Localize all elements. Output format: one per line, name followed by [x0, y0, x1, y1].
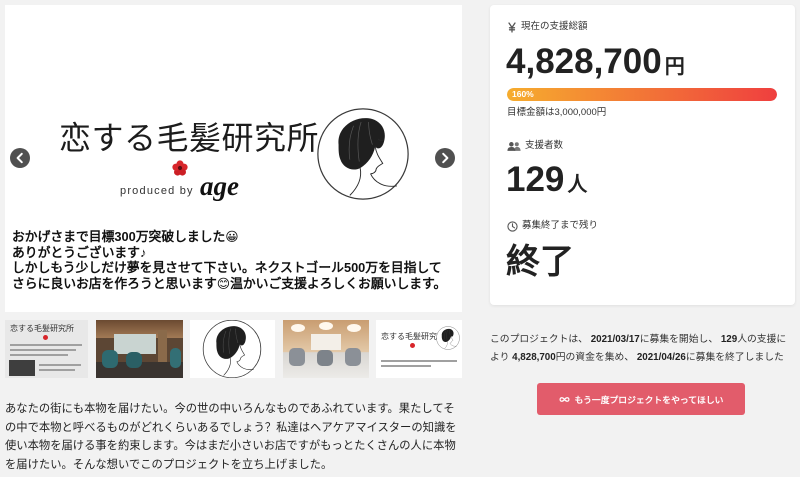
salon-chair	[289, 348, 305, 366]
caption-line: さらに良いお店を作ろうと思います😊温かいご支援よろしくお願いします。	[12, 276, 447, 292]
summary-end-date: 2021/04/26	[636, 352, 686, 363]
summary-start-date: 2021/03/17	[590, 334, 640, 345]
portrait-illustration	[316, 107, 410, 201]
supporters-count: 129 人	[506, 160, 587, 205]
summary-amount: 4,828,700	[512, 352, 556, 363]
summary-text: より	[490, 352, 513, 363]
summary-text: に募集を開始し、	[639, 334, 721, 345]
salon-window	[114, 334, 156, 354]
summary-line: より 4,828,700円の資金を集め、 2021/04/26に募集を終了しまし…	[490, 349, 800, 367]
thumbnail-text-line	[10, 349, 76, 351]
portrait-illustration	[436, 326, 460, 350]
caption-line: しかしもう少しだけ夢を見させて下さい。ネクストゴール500万を目指して	[12, 260, 442, 276]
thumbnail-text-line	[381, 365, 431, 367]
yen-icon	[508, 21, 516, 33]
thumbnail-2[interactable]	[96, 320, 183, 378]
supporters-label: 支援者数	[525, 140, 564, 151]
thumbnail-5[interactable]: 恋する毛髪研究所	[376, 320, 462, 378]
remaining-label-row: 募集終了まで残り	[507, 220, 598, 232]
chevron-right-icon	[435, 148, 455, 168]
funding-stats-card: 現在の支援総額 4,828,700 円 160% 目標金額は3,000,000円 …	[490, 5, 795, 305]
salon-chair	[170, 348, 181, 368]
thumbnail-text-line	[39, 364, 81, 366]
summary-text: に募集を終了しました	[685, 352, 784, 363]
total-amount-value: 4,828,700	[506, 42, 662, 81]
total-label: 現在の支援総額	[521, 21, 588, 32]
total-label-row: 現在の支援総額	[507, 21, 588, 33]
supporters-label-row: 支援者数	[507, 140, 563, 152]
request-again-label: もう一度プロジェクトをやってほしい	[574, 394, 724, 405]
project-summary: このプロジェクトは、 2021/03/17に募集を開始し、 129人の支援に よ…	[490, 331, 800, 367]
thumbnail-logo-text: 恋する毛髪研究所	[10, 324, 74, 333]
description-line: 使い本物を届ける事を約束します。今はまだ小さいお店ですがもっとたくさんの人に本物	[5, 440, 456, 453]
salon-chair	[102, 350, 118, 368]
project-description: あなたの街にも本物を届けたい。今の世の中いろんなものであふれています。果たしてそ…	[5, 400, 467, 475]
total-amount: 4,828,700 円	[506, 42, 685, 87]
thumbnail-photo-block	[9, 360, 35, 376]
caption-line: おかげさまで目標300万突破しました😀	[12, 229, 239, 244]
description-line: を届けたい。そんな想いでこのプロジェクトを立ち上げました。	[5, 459, 333, 472]
salon-light	[347, 324, 361, 332]
people-icon	[507, 141, 521, 151]
request-again-button[interactable]: もう一度プロジェクトをやってほしい	[537, 383, 745, 415]
supporters-count-value: 129	[506, 160, 565, 199]
project-main-image: 恋する毛髪研究所 produced by age おかげさまで目標300万突破し…	[5, 5, 462, 312]
thumbnail-4[interactable]	[283, 320, 369, 378]
thumbnail-text-line	[10, 344, 82, 346]
progress-fill	[507, 88, 777, 101]
carousel-prev-button[interactable]	[10, 148, 30, 168]
caption-line: ありがとうございます♪	[12, 244, 147, 260]
logo-title: 恋する毛髪研究所	[59, 120, 320, 156]
infinity-icon	[559, 396, 570, 402]
summary-text: 円の資金を集め、	[555, 352, 637, 363]
carousel-next-button[interactable]	[435, 148, 455, 168]
salon-light	[319, 322, 333, 330]
goal-amount: 目標金額は3,000,000円	[507, 107, 607, 118]
total-amount-unit: 円	[664, 56, 685, 78]
salon-chair	[345, 348, 361, 366]
image-caption: おかげさまで目標300万突破しました😀 ありがとうございます♪ しかしもう少しだ…	[12, 229, 460, 292]
remaining-label: 募集終了まで残り	[522, 220, 599, 231]
thumbnail-text-line	[10, 354, 68, 356]
portrait-illustration	[202, 320, 262, 378]
thumbnail-flower	[410, 343, 415, 348]
remaining-time-value: 終了	[506, 243, 574, 281]
flower-icon	[172, 160, 188, 176]
progress-bar: 160%	[507, 88, 777, 101]
summary-supporters: 129	[720, 334, 738, 345]
logo-produced-by: produced by	[120, 185, 194, 197]
progress-label: 160%	[512, 89, 534, 99]
description-line: の中で本物と呼べるものがどれくらいあるでしょう？私達はヘアケアマイスターの知識を	[5, 421, 457, 434]
thumbnail-3[interactable]	[190, 320, 275, 378]
salon-mirror	[311, 334, 341, 350]
salon-chair	[317, 350, 333, 366]
clock-icon	[507, 220, 518, 232]
description-line: あなたの街にも本物を届けたい。今の世の中いろんなものであふれています。果たしてそ	[5, 403, 455, 415]
salon-light	[291, 324, 305, 332]
supporters-count-unit: 人	[567, 174, 588, 196]
summary-text: このプロジェクトは、	[490, 334, 591, 345]
thumbnail-1[interactable]: 恋する毛髪研究所	[5, 320, 88, 378]
salon-chair	[126, 352, 142, 368]
summary-line: このプロジェクトは、 2021/03/17に募集を開始し、 129人の支援に	[490, 331, 800, 349]
logo-brand: age	[200, 171, 239, 201]
thumbnail-flower	[43, 335, 48, 340]
thumbnail-text-line	[39, 369, 75, 371]
thumbnail-text-line	[381, 360, 457, 362]
summary-text: 人の支援に	[737, 334, 787, 345]
chevron-left-icon	[10, 148, 30, 168]
